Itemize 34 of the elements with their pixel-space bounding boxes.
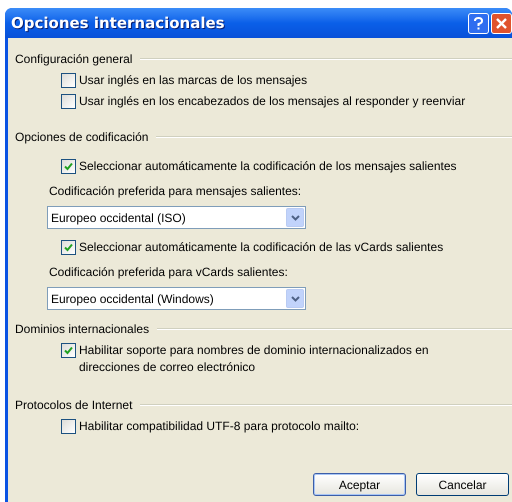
question-icon <box>474 16 483 30</box>
checkbox-label: Usar inglés en las marcas de los mensajes <box>79 72 308 89</box>
checkbox-label: Seleccionar automáticamente la codificación de las vCards salientes <box>79 239 444 256</box>
checkbox[interactable] <box>61 343 76 358</box>
checkbox[interactable] <box>61 159 76 174</box>
checkmark-icon <box>64 162 73 171</box>
checkmark-icon <box>64 243 73 252</box>
close-icon <box>496 18 507 28</box>
checkbox-label: Habilitar soporte para nombres de dominio internacionalizados en direcciones de correo electrónico <box>79 342 430 376</box>
checkbox[interactable] <box>61 73 76 88</box>
checkbox[interactable] <box>61 94 76 109</box>
window-title: Opciones internacionales <box>11 12 225 34</box>
close-button[interactable] <box>491 12 512 34</box>
dialog-button[interactable]: Cancelar <box>416 473 509 496</box>
checkbox-label: Usar inglés en los encabezados de los mensajes al responder y reenviar <box>79 93 466 110</box>
checkbox-label: Seleccionar automáticamente la codificación de los mensajes salientes <box>79 158 457 175</box>
checkbox[interactable] <box>61 240 76 255</box>
group-heading: Dominios internacionales <box>15 321 150 338</box>
chevron-icon <box>286 289 304 308</box>
field-label: Codificación preferida para mensajes salientes: <box>49 184 302 198</box>
help-button[interactable] <box>468 12 489 34</box>
chevron-icon <box>286 208 304 227</box>
dialog-button[interactable]: Aceptar <box>313 473 406 496</box>
checkmark-icon <box>64 346 73 355</box>
dropdown-value: Europeo occidental (Windows) <box>51 290 214 308</box>
checkbox[interactable] <box>61 419 76 434</box>
checkbox-label: Habilitar compatibilidad UTF-8 para protocolo mailto: <box>79 418 360 435</box>
group-heading: Configuración general <box>15 51 132 68</box>
group-heading: Protocolos de Internet <box>15 397 132 414</box>
encoding-dropdown[interactable]: Europeo occidental (ISO) <box>47 206 306 229</box>
group-heading: Opciones de codificación <box>15 129 148 146</box>
field-label: Codificación preferida para vCards salientes: <box>49 265 288 279</box>
encoding-dropdown[interactable]: Europeo occidental (Windows) <box>47 287 306 310</box>
dropdown-value: Europeo occidental (ISO) <box>51 210 186 226</box>
